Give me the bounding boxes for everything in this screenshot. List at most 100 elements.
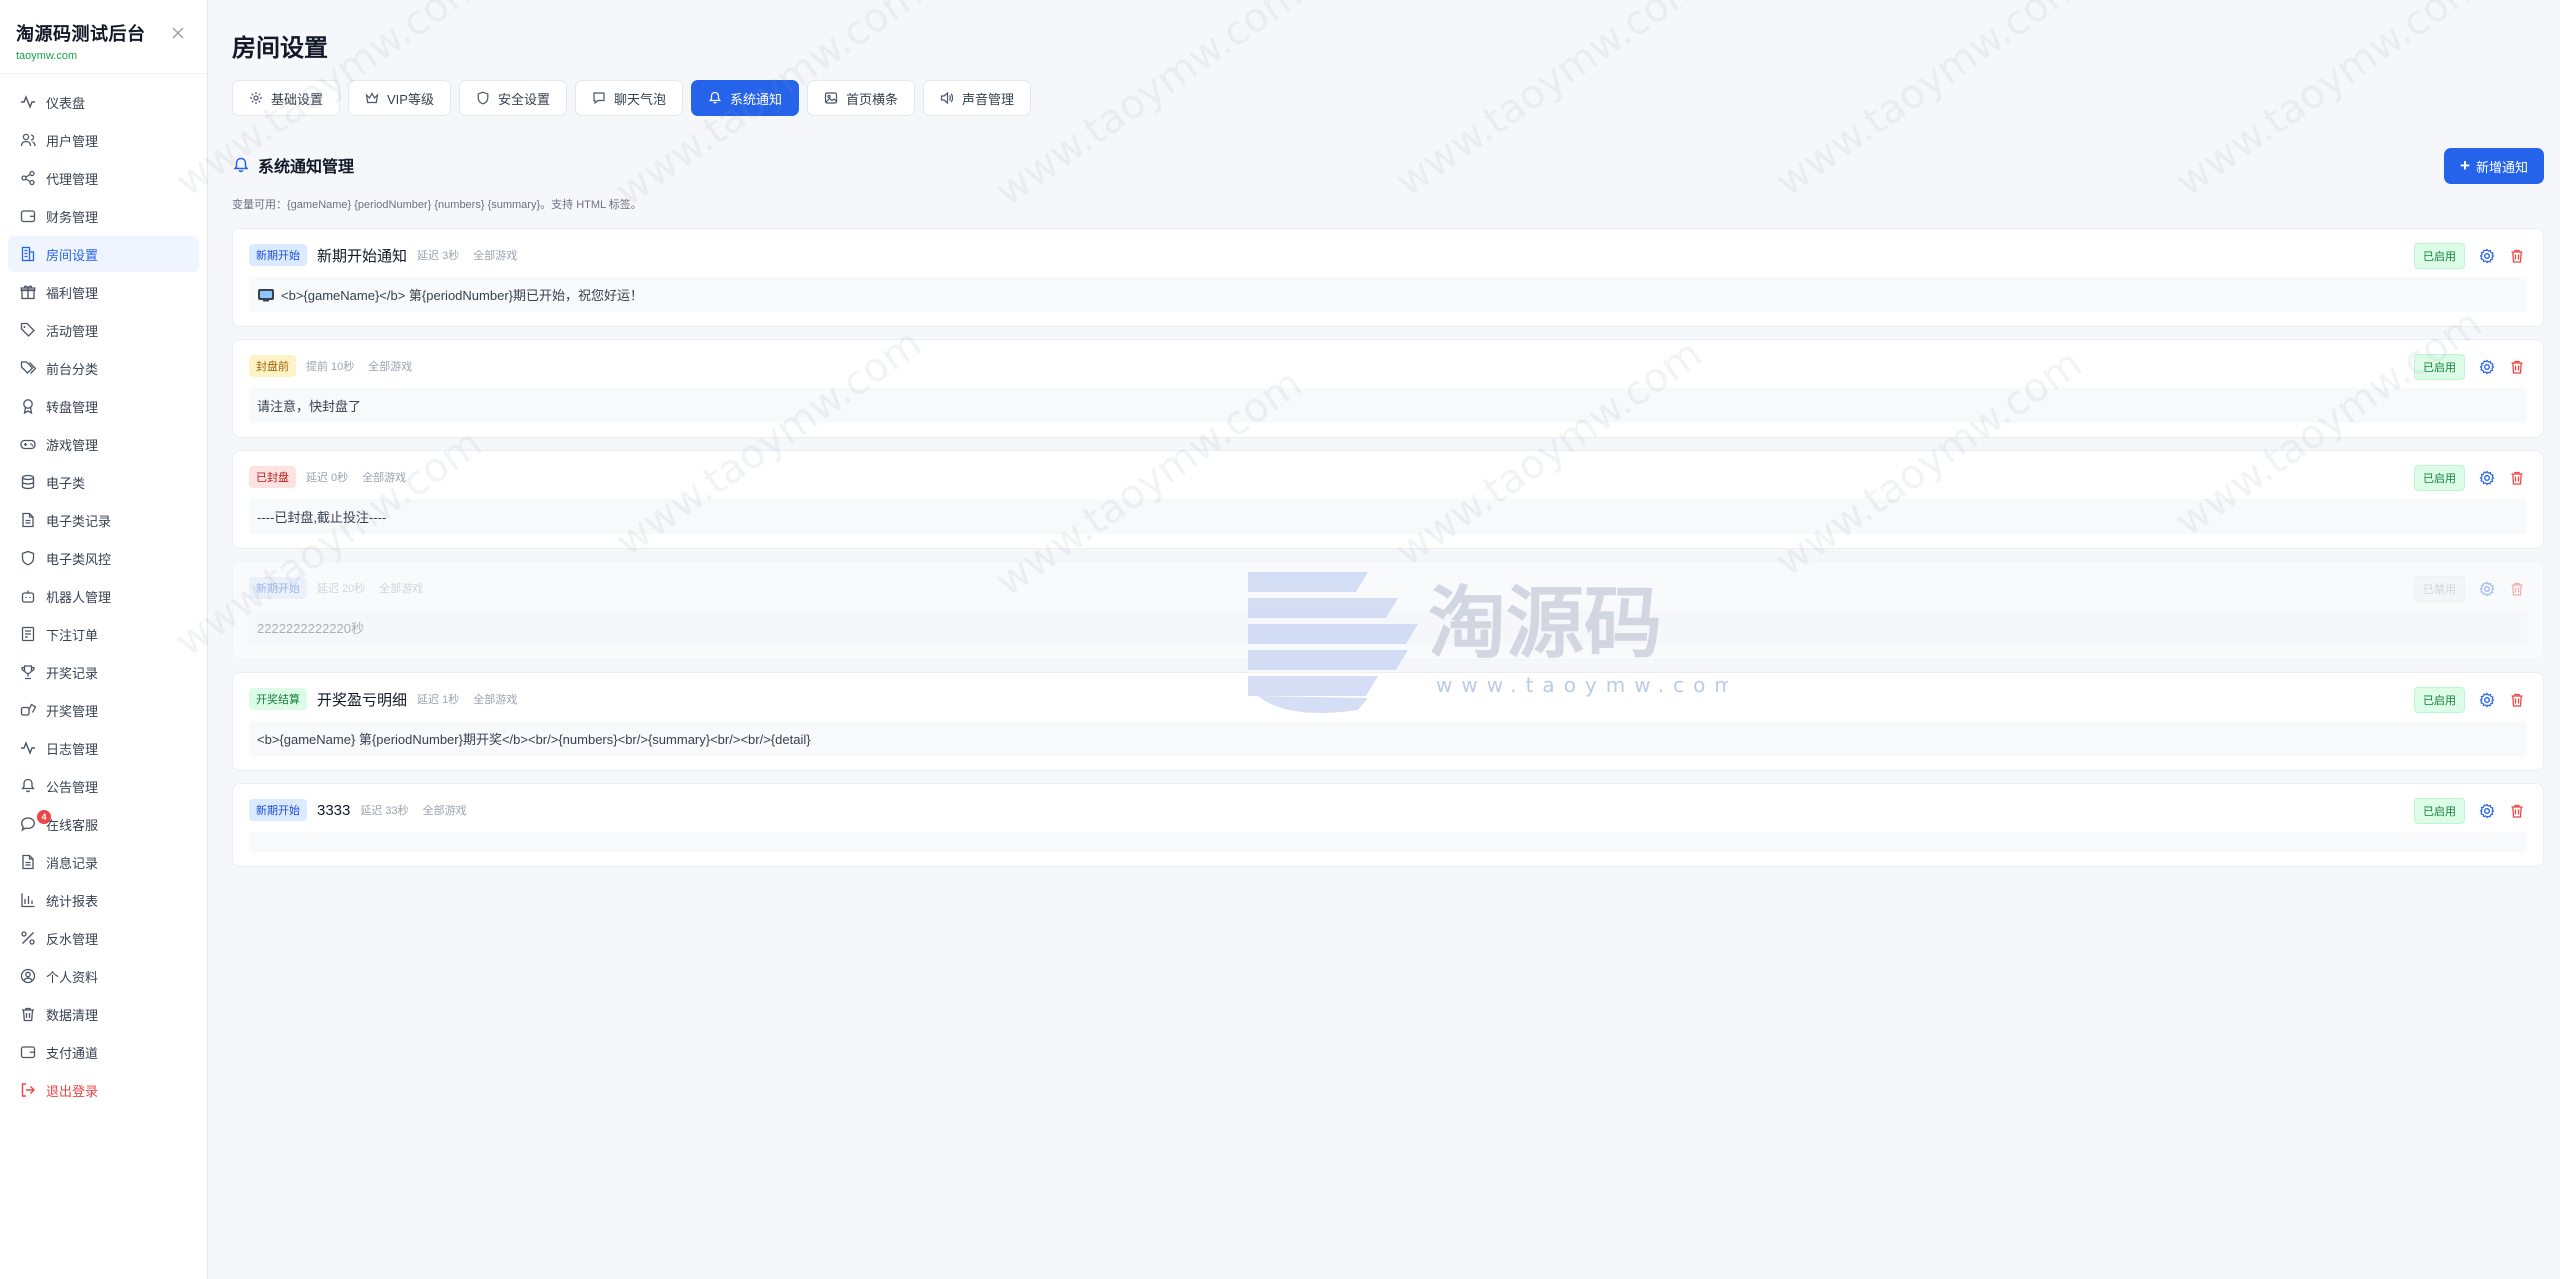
sidebar-item-6[interactable]: 活动管理 <box>8 312 199 348</box>
sidebar-item-12[interactable]: 电子类风控 <box>8 540 199 576</box>
delete-icon[interactable] <box>2509 692 2525 708</box>
trash-icon <box>22 1007 34 1022</box>
status-toggle[interactable]: 已启用 <box>2414 798 2465 824</box>
sidebar-item-25[interactable]: 支付通道 <box>8 1034 199 1070</box>
notification-body: <b>{gameName}</b> 第{periodNumber}期已开始，祝您… <box>249 277 2527 312</box>
status-toggle[interactable]: 已启用 <box>2414 687 2465 713</box>
sidebar-item-label: 游戏管理 <box>46 437 99 453</box>
sidebar-item-20[interactable]: 消息记录 <box>8 844 199 880</box>
notification-type-tag: 已封盘 <box>249 466 296 488</box>
sidebar-item-0[interactable]: 仪表盘 <box>8 84 199 120</box>
notification-content: <b>{gameName} 第{periodNumber}期开奖</b><br/… <box>257 732 811 747</box>
sidebar-item-label: 仪表盘 <box>46 95 86 111</box>
settings-icon[interactable] <box>2479 581 2495 597</box>
sidebar-item-label: 电子类记录 <box>46 513 112 529</box>
sidebar-item-label: 用户管理 <box>46 133 99 149</box>
status-toggle[interactable]: 已启用 <box>2414 465 2465 491</box>
speaker-icon <box>940 91 954 105</box>
settings-icon[interactable] <box>2479 692 2495 708</box>
settings-icon[interactable] <box>2479 470 2495 486</box>
sidebar-item-19[interactable]: 在线客服 4 <box>8 806 199 842</box>
notification-type-tag: 封盘前 <box>249 355 296 377</box>
notification-scope: 全部游戏 <box>422 805 467 817</box>
user-circle-icon <box>20 968 36 984</box>
delete-icon[interactable] <box>2509 470 2525 486</box>
award-icon <box>23 399 33 414</box>
settings-icon[interactable] <box>2479 803 2495 819</box>
logout-icon <box>21 1083 35 1097</box>
delete-icon[interactable] <box>2509 581 2525 597</box>
sidebar-item-3[interactable]: 财务管理 <box>8 198 199 234</box>
notification-body: <b>{gameName} 第{periodNumber}期开奖</b><br/… <box>249 721 2527 756</box>
delete-icon[interactable] <box>2509 248 2525 264</box>
sidebar-item-10[interactable]: 电子类 <box>8 464 199 500</box>
tab-6[interactable]: 声音管理 <box>923 80 1032 116</box>
sidebar-item-18[interactable]: 公告管理 <box>8 768 199 804</box>
sidebar-item-8[interactable]: 转盘管理 <box>8 388 199 424</box>
sidebar-item-13[interactable]: 机器人管理 <box>8 578 199 614</box>
notification-body <box>249 832 2527 852</box>
chat-icon <box>21 817 35 832</box>
main-content: 房间设置 基础设置 VIP等级 安全设置 聊天气泡 系统通知 首页横条 声音管理 系统通知管… <box>168 0 2560 1279</box>
sidebar-item-17[interactable]: 日志管理 <box>8 730 199 766</box>
notification-delay: 延迟 33秒 <box>360 805 409 817</box>
notification-scope: 全部游戏 <box>379 583 424 595</box>
sidebar-item-7[interactable]: 前台分类 <box>8 350 199 386</box>
delete-icon[interactable] <box>2509 359 2525 375</box>
notification-content: 2222222222220秒 <box>257 621 364 636</box>
sidebar-item-9[interactable]: 游戏管理 <box>8 426 199 462</box>
sidebar-item-16[interactable]: 开奖管理 <box>8 692 199 728</box>
sidebar-item-label: 财务管理 <box>46 209 99 225</box>
crown-icon <box>365 92 379 104</box>
sidebar-item-label: 开奖管理 <box>46 703 99 719</box>
sidebar-item-11[interactable]: 电子类记录 <box>8 502 199 538</box>
bell-icon <box>21 778 35 793</box>
tags-icon <box>20 361 36 374</box>
sidebar-item-4[interactable]: 房间设置 <box>8 236 199 272</box>
notification-delay: 延迟 20秒 <box>317 583 366 595</box>
tab-label: VIP等级 <box>387 91 434 107</box>
sidebar-item-15[interactable]: 开奖记录 <box>8 654 199 690</box>
settings-icon[interactable] <box>2479 248 2495 264</box>
notification-scope: 全部游戏 <box>473 250 518 262</box>
tab-label: 安全设置 <box>497 91 550 107</box>
notification-delay: 延迟 3秒 <box>417 250 460 262</box>
close-icon[interactable] <box>171 26 185 40</box>
sidebar-item-label: 电子类 <box>46 475 86 491</box>
card-icon <box>20 1046 36 1059</box>
delete-icon[interactable] <box>2509 803 2525 819</box>
sidebar-item-1[interactable]: 用户管理 <box>8 122 199 158</box>
sidebar-item-label: 房间设置 <box>46 247 99 263</box>
sidebar-item-23[interactable]: 个人资料 <box>8 958 199 994</box>
sidebar-item-label: 统计报表 <box>46 893 99 909</box>
tab-2[interactable]: 安全设置 <box>458 80 567 116</box>
sidebar-item-24[interactable]: 数据清理 <box>8 996 199 1032</box>
sidebar-item-21[interactable]: 统计报表 <box>8 882 199 918</box>
sidebar-item-26[interactable]: 退出登录 <box>8 1072 199 1108</box>
variables-hint: 变量可用：{gameName} {periodNumber} {numbers}… <box>232 199 642 211</box>
tab-label: 聊天气泡 <box>614 91 667 107</box>
tab-5[interactable]: 首页横条 <box>807 80 916 116</box>
notification-type-tag: 开奖结算 <box>249 688 307 710</box>
settings-icon[interactable] <box>2479 359 2495 375</box>
notification-content: <b>{gameName}</b> 第{periodNumber}期已开始，祝您… <box>281 288 643 303</box>
notification-card: 新期开始 3333 延迟 33秒 全部游戏 已启用 <box>232 783 2544 867</box>
sidebar-item-label: 个人资料 <box>46 969 99 985</box>
notification-header: 封盘前 提前 10秒 全部游戏 <box>249 354 2527 378</box>
sidebar-item-label: 电子类风控 <box>46 551 112 567</box>
notification-actions: 已启用 <box>2414 465 2525 491</box>
sidebar-item-5[interactable]: 福利管理 <box>8 274 199 310</box>
notification-actions: 已禁用 <box>2414 576 2525 602</box>
add-notification-button[interactable]: + 新增通知 <box>2444 148 2544 184</box>
sidebar-item-label: 活动管理 <box>46 323 99 339</box>
status-toggle[interactable]: 已禁用 <box>2414 576 2465 602</box>
bar-chart-icon <box>21 893 35 908</box>
sidebar-item-22[interactable]: 反水管理 <box>8 920 199 956</box>
sidebar-item-14[interactable]: 下注订单 <box>8 616 199 652</box>
status-toggle[interactable]: 已启用 <box>2414 243 2465 269</box>
tab-3[interactable]: 聊天气泡 <box>575 80 684 116</box>
notification-actions: 已启用 <box>2414 798 2525 824</box>
notification-card: 新期开始 新期开始通知 延迟 3秒 全部游戏 已启用 <b>{gameName}</… <box>232 228 2544 327</box>
notification-actions: 已启用 <box>2414 243 2525 269</box>
notification-name: 新期开始通知 <box>317 247 408 265</box>
